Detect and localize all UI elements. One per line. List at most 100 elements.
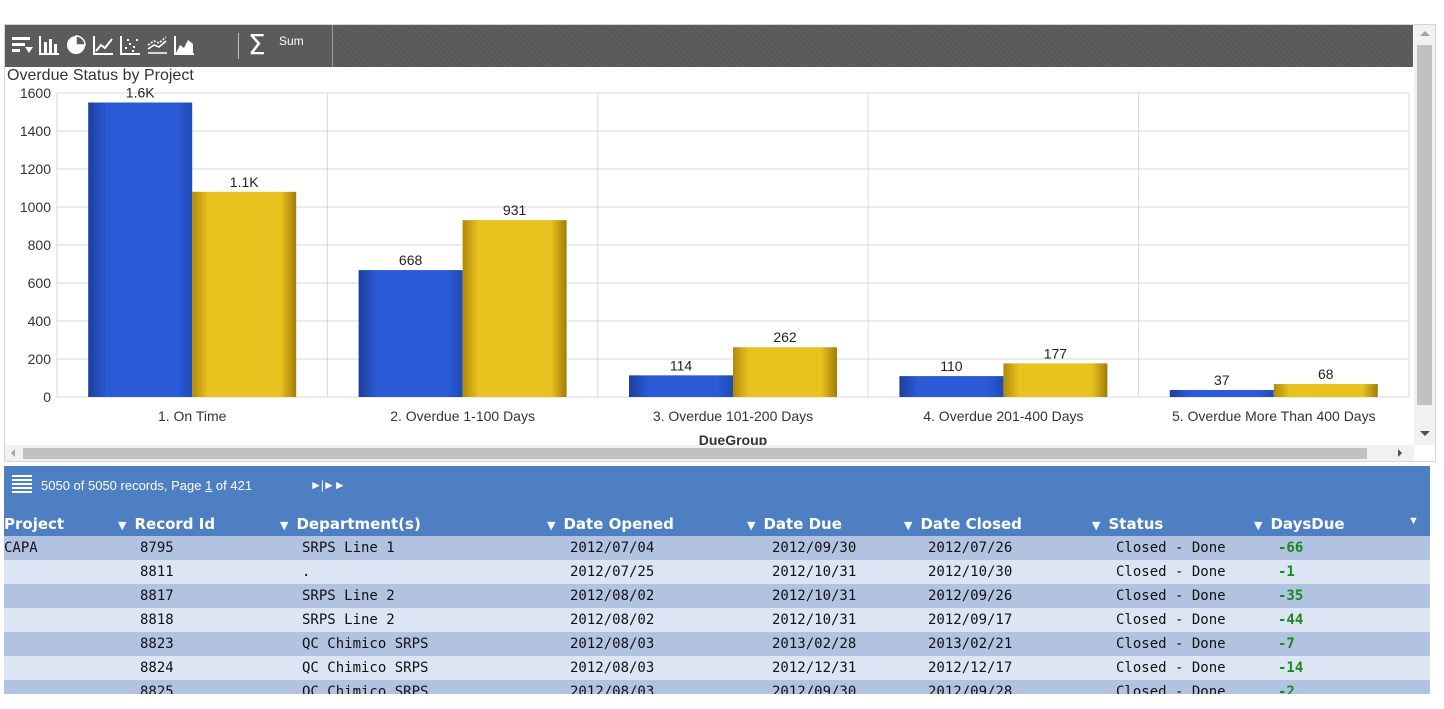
filter-triangle-icon[interactable]: ▼ <box>904 519 912 532</box>
column-label: DaysDue <box>1270 515 1345 533</box>
grid-body: CAPA 8795 SRPS Line 1 2012/07/04 2012/09/30 2… <box>4 536 1430 694</box>
column-header-project[interactable]: Project <box>4 515 64 533</box>
cell-record-id: 8811 <box>140 564 174 580</box>
cell-date-closed: 2012/10/30 <box>928 564 1013 580</box>
cell-date-due: 2012/09/30 <box>772 684 857 694</box>
cell-date-opened: 2012/07/25 <box>570 564 655 580</box>
pager-suffix: of 421 <box>212 478 253 493</box>
capas-bar <box>733 347 837 397</box>
column-label: Date Due <box>763 515 842 533</box>
grid-header-row: Project ▼ Record Id ▼ Department(s) ▼ Date … <box>4 512 1430 536</box>
x-tick-label: 3. Overdue 101-200 Days <box>653 408 813 424</box>
y-tick-label: 0 <box>43 389 51 405</box>
column-header-date-due[interactable]: ▼ Date Due <box>747 515 842 533</box>
toolbar-separator <box>238 33 239 59</box>
table-row[interactable]: 8824 QC Chimico SRPS 2012/08/03 2012/12/31 2… <box>4 656 1430 680</box>
cell-date-due: 2012/12/31 <box>772 660 857 676</box>
cell-days-due: -35 <box>1278 588 1304 604</box>
deviations-bar <box>358 270 463 397</box>
area-chart-icon[interactable] <box>173 34 195 56</box>
sum-label[interactable]: Sum <box>279 34 304 48</box>
column-header-status[interactable]: ▼ Status <box>1092 515 1163 533</box>
column-header-department[interactable]: ▼ Department(s) <box>280 515 421 533</box>
chart-toolbar: Σ Sum <box>5 25 1413 67</box>
column-header-days-due[interactable]: ▼ DaysDue <box>1254 515 1345 533</box>
multi-line-chart-icon[interactable] <box>146 34 168 56</box>
x-tick-label: 2. Overdue 1-100 Days <box>390 408 535 424</box>
bar-chart: 0 200 400 600 800 1000 1200 1400 1600 1.6K 1.1K 1. … <box>20 85 1410 445</box>
scroll-left-arrow-icon[interactable] <box>11 449 15 457</box>
last-column-filter-icon[interactable]: ▼ <box>1408 515 1419 527</box>
data-label: 262 <box>773 329 797 345</box>
deviations-bar <box>629 375 733 397</box>
cell-department: QC Chimico SRPS <box>302 660 429 676</box>
cell-status: Closed - Done <box>1116 612 1226 628</box>
table-row[interactable]: 8823 QC Chimico SRPS 2012/08/03 2013/02/28 2… <box>4 632 1430 656</box>
scroll-up-arrow-icon[interactable] <box>1420 31 1430 36</box>
cell-date-due: 2012/09/30 <box>772 540 857 556</box>
cell-department: . <box>302 564 311 580</box>
column-label: Department(s) <box>296 515 421 533</box>
capas-bar <box>1003 363 1108 397</box>
filter-triangle-icon[interactable]: ▼ <box>747 519 755 532</box>
data-label: 1.1K <box>230 174 259 190</box>
filter-triangle-icon[interactable]: ▼ <box>1092 519 1100 532</box>
chart-horizontal-scrollbar[interactable] <box>5 445 1414 461</box>
filter-triangle-icon[interactable]: ▼ <box>118 519 126 532</box>
y-tick-label: 200 <box>28 351 52 367</box>
pager-status: 5050 of 5050 records, Page 1 of 421 <box>41 478 252 493</box>
column-header-date-closed[interactable]: ▼ Date Closed <box>904 515 1022 533</box>
filter-triangle-icon[interactable]: ▼ <box>1254 519 1262 532</box>
column-header-record-id[interactable]: ▼ Record Id <box>118 515 215 533</box>
column-header-date-opened[interactable]: ▼ Date Opened <box>547 515 674 533</box>
filter-triangle-icon[interactable]: ▼ <box>280 519 288 532</box>
cell-date-opened: 2012/08/03 <box>570 636 655 652</box>
filter-triangle-icon[interactable]: ▼ <box>547 519 555 532</box>
scatter-chart-icon[interactable] <box>119 34 141 56</box>
data-label: 177 <box>1044 345 1068 361</box>
cell-status: Closed - Done <box>1116 540 1226 556</box>
list-view-icon[interactable] <box>11 474 33 496</box>
x-tick-label: 5. Overdue More Than 400 Days <box>1172 408 1376 424</box>
cell-date-opened: 2012/08/02 <box>570 588 655 604</box>
cell-department: SRPS Line 2 <box>302 612 395 628</box>
table-row[interactable]: 8811. 2012/07/25 2012/10/31 2012/10/30 Close… <box>4 560 1430 584</box>
sum-icon[interactable]: Σ <box>248 31 266 59</box>
cell-record-id: 8823 <box>140 636 174 652</box>
deviations-bar <box>88 102 193 397</box>
capas-bar <box>462 220 567 397</box>
bar-chart-icon[interactable] <box>38 34 60 56</box>
cell-date-due: 2012/10/31 <box>772 564 857 580</box>
cell-days-due: -44 <box>1278 612 1304 628</box>
cell-date-closed: 2012/09/17 <box>928 612 1013 628</box>
cell-department: QC Chimico SRPS <box>302 636 429 652</box>
data-label: 668 <box>399 252 423 268</box>
cell-date-due: 2013/02/28 <box>772 636 857 652</box>
y-tick-label: 800 <box>28 237 52 253</box>
y-tick-label: 1400 <box>20 123 51 139</box>
line-chart-icon[interactable] <box>92 34 114 56</box>
scroll-right-arrow-icon[interactable] <box>1398 449 1402 457</box>
x-tick-label: 4. Overdue 201-400 Days <box>923 408 1083 424</box>
pager-nav-buttons[interactable]: ►|►► <box>310 478 346 492</box>
vertical-scroll-thumb[interactable] <box>1417 45 1432 405</box>
table-row[interactable]: 8817 SRPS Line 2 2012/08/02 2012/10/31 2012/… <box>4 584 1430 608</box>
table-row[interactable]: CAPA 8795 SRPS Line 1 2012/07/04 2012/09/30 2… <box>4 536 1430 560</box>
pie-chart-icon[interactable] <box>65 34 87 56</box>
cell-record-id: 8817 <box>140 588 174 604</box>
pager-bar: 5050 of 5050 records, Page 1 of 421 ►|►► <box>4 466 1430 512</box>
chart-vertical-scrollbar[interactable] <box>1414 25 1435 445</box>
cell-date-closed: 2012/07/26 <box>928 540 1013 556</box>
cell-status: Closed - Done <box>1116 588 1226 604</box>
cell-days-due: -1 <box>1278 564 1295 580</box>
column-label: Project <box>4 515 65 533</box>
sort-icon[interactable] <box>11 34 33 56</box>
cell-days-due: -66 <box>1278 540 1304 556</box>
data-label: 110 <box>940 358 963 374</box>
scroll-down-arrow-icon[interactable] <box>1420 431 1430 436</box>
horizontal-scroll-thumb[interactable] <box>23 448 1367 459</box>
table-row[interactable]: 8825 QC Chimico SRPS 2012/08/03 2012/09/30 2… <box>4 680 1430 694</box>
table-row[interactable]: 8818 SRPS Line 2 2012/08/02 2012/10/31 2012/… <box>4 608 1430 632</box>
cell-date-opened: 2012/08/02 <box>570 612 655 628</box>
capas-bar <box>192 191 297 397</box>
